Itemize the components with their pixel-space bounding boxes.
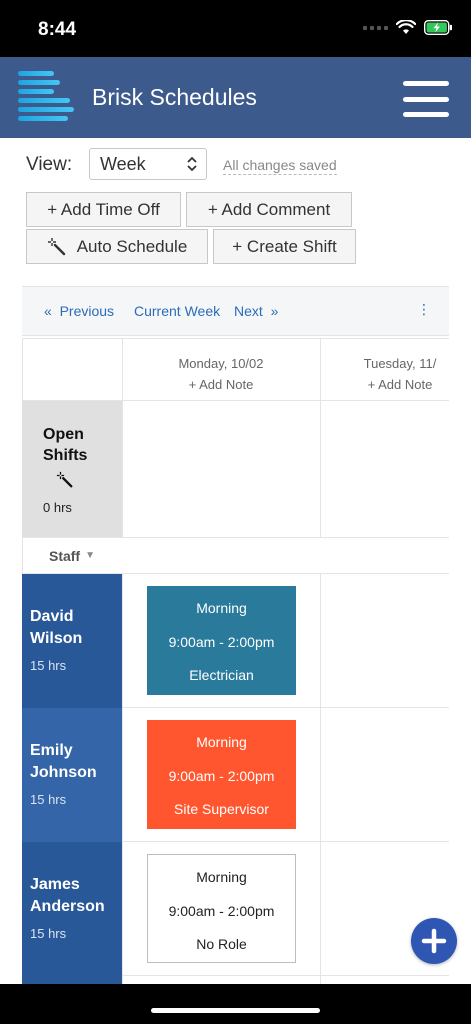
status-icons xyxy=(363,20,453,35)
plus-icon xyxy=(421,928,447,954)
battery-charging-icon xyxy=(424,20,452,35)
staff-name: James Anderson xyxy=(30,874,105,918)
open-shifts-title-line1: Open xyxy=(43,426,84,443)
shift-name: Morning xyxy=(196,734,247,750)
double-chevron-right-icon: » xyxy=(270,303,279,319)
staff-header-label: Staff xyxy=(48,547,81,564)
previous-week-link[interactable]: « Previous xyxy=(44,303,114,319)
add-fab-button[interactable] xyxy=(411,918,457,964)
add-note-link[interactable]: + Add Note xyxy=(122,377,320,392)
shift-role: Site Supervisor xyxy=(174,801,269,817)
staff-last-name: Wilson xyxy=(30,630,83,647)
schedule-grid: Monday, 10/02 + Add Note Tuesday, 11/ + … xyxy=(22,338,449,984)
app-header: Brisk Schedules xyxy=(0,57,471,138)
double-chevron-left-icon: « xyxy=(44,303,52,319)
week-navigation: « Previous Current Week Next » ⋮ xyxy=(22,286,449,336)
brisk-logo-icon[interactable] xyxy=(16,67,78,125)
next-week-label: Next xyxy=(234,303,263,319)
add-comment-button[interactable]: + Add Comment xyxy=(186,192,352,227)
shift-role: No Role xyxy=(196,936,247,952)
status-bar: 8:44 xyxy=(0,0,471,57)
open-shifts-cell[interactable]: Open Shifts 0 hrs xyxy=(22,401,122,537)
caret-down-icon: ▼ xyxy=(85,550,96,561)
add-note-link[interactable]: + Add Note xyxy=(320,377,449,392)
shift-name: Morning xyxy=(196,600,247,616)
staff-cell-james-anderson[interactable]: James Anderson 15 hrs xyxy=(22,842,122,976)
app-title: Brisk Schedules xyxy=(92,84,257,110)
home-indicator[interactable] xyxy=(151,1008,320,1013)
view-select[interactable]: Week xyxy=(89,148,207,180)
staff-last-name: Johnson xyxy=(30,764,97,781)
shift-card[interactable]: Morning 9:00am - 2:00pm No Role xyxy=(147,854,296,963)
current-week-link[interactable]: Current Week xyxy=(134,303,220,319)
staff-hours: 15 hrs xyxy=(30,792,67,807)
create-shift-button[interactable]: + Create Shift xyxy=(213,229,356,264)
view-row: View: Week All changes saved xyxy=(26,148,337,182)
open-shifts-title: Open Shifts xyxy=(43,424,87,466)
staff-name: David Wilson xyxy=(30,606,82,650)
staff-cell-david-wilson[interactable]: David Wilson 15 hrs xyxy=(22,574,122,708)
shift-time: 9:00am - 2:00pm xyxy=(168,903,275,919)
day-header-monday: Monday, 10/02 + Add Note xyxy=(122,338,320,400)
more-options-icon[interactable]: ⋮ xyxy=(417,301,431,318)
magic-wand-icon[interactable] xyxy=(56,471,74,489)
staff-hours: 15 hrs xyxy=(30,926,67,941)
open-shifts-hours: 0 hrs xyxy=(43,500,72,515)
shift-time: 9:00am - 2:00pm xyxy=(168,768,275,784)
staff-cell-next[interactable] xyxy=(22,976,122,984)
view-select-value: Week xyxy=(100,154,146,174)
shift-card[interactable]: Morning 9:00am - 2:00pm Site Supervisor xyxy=(147,720,296,829)
auto-schedule-button[interactable]: Auto Schedule xyxy=(26,229,208,264)
staff-hours: 15 hrs xyxy=(30,658,67,673)
open-shifts-title-line2: Shifts xyxy=(43,447,88,464)
status-time: 8:44 xyxy=(38,19,77,40)
wifi-icon xyxy=(396,20,416,34)
staff-sort-header[interactable]: Staff ▼ xyxy=(22,538,122,573)
staff-name: Emily Johnson xyxy=(30,740,97,784)
save-status: All changes saved xyxy=(223,157,337,175)
shift-name: Morning xyxy=(196,869,247,885)
staff-cell-emily-johnson[interactable]: Emily Johnson 15 hrs xyxy=(22,708,122,842)
add-time-off-button[interactable]: + Add Time Off xyxy=(26,192,181,227)
staff-first-name: Emily xyxy=(30,742,73,759)
add-time-off-label: + Add Time Off xyxy=(47,199,160,219)
next-week-link[interactable]: Next » xyxy=(234,303,278,319)
signal-icon xyxy=(363,25,388,30)
shift-time: 9:00am - 2:00pm xyxy=(168,634,275,650)
select-arrows-icon xyxy=(187,156,197,172)
day-date: Monday, 10/02 xyxy=(178,356,264,371)
staff-first-name: David xyxy=(30,608,74,625)
home-bar xyxy=(0,984,471,1024)
staff-last-name: Anderson xyxy=(30,898,105,915)
previous-week-label: Previous xyxy=(59,303,115,319)
magic-wand-icon xyxy=(47,237,65,255)
add-comment-label: + Add Comment xyxy=(207,199,331,219)
hamburger-menu-icon[interactable] xyxy=(403,81,449,117)
auto-schedule-label: Auto Schedule xyxy=(76,236,188,256)
staff-first-name: James xyxy=(30,876,80,893)
shift-card[interactable]: Morning 9:00am - 2:00pm Electrician xyxy=(147,586,296,695)
view-label: View: xyxy=(26,154,73,175)
day-date: Tuesday, 11/ xyxy=(363,356,437,371)
create-shift-label: + Create Shift xyxy=(232,236,337,256)
day-header-tuesday: Tuesday, 11/ + Add Note xyxy=(320,338,449,400)
shift-role: Electrician xyxy=(189,667,254,683)
